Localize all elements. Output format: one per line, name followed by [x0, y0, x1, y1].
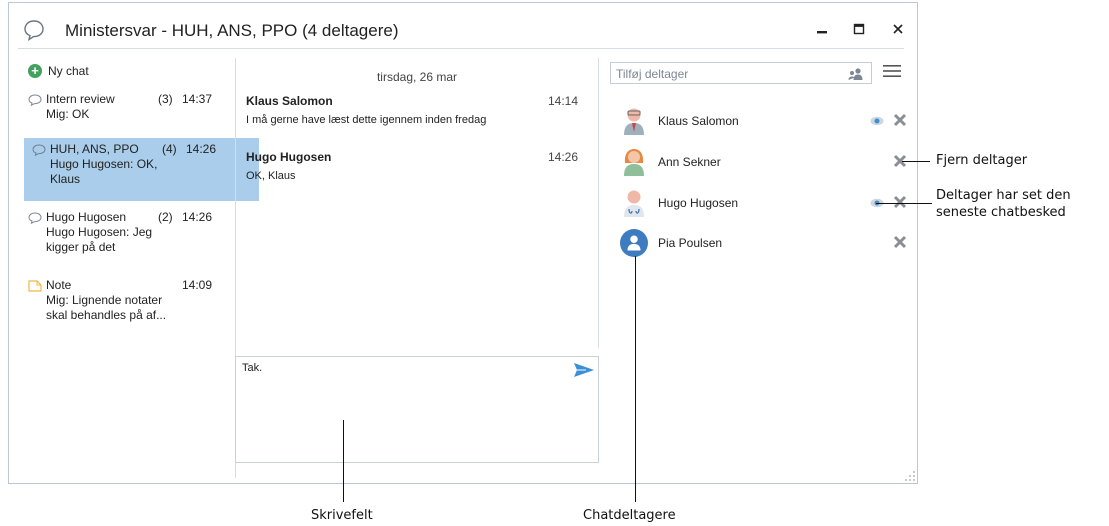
avatar — [624, 190, 644, 217]
chat-time: 14:26 — [186, 142, 217, 156]
participant-name: Klaus Salomon — [658, 114, 739, 128]
add-participant-placeholder: Tilføj deltager — [616, 67, 689, 81]
participant-row: Pia Poulsen — [620, 228, 910, 258]
resize-grip-icon[interactable] — [904, 470, 916, 482]
chat-count: (3) — [158, 92, 173, 106]
chat-bubble-icon — [32, 144, 46, 156]
avatar — [624, 149, 644, 176]
annotation-chat-participants: Chatdeltagere — [583, 508, 676, 523]
send-icon[interactable] — [573, 361, 595, 379]
note-icon — [28, 280, 42, 292]
chat-count: (4) — [162, 142, 177, 156]
close-button[interactable] — [885, 17, 911, 41]
minimize-icon — [817, 31, 827, 34]
annotation-remove-participant: Fjern deltager — [936, 153, 1028, 168]
chat-title: HUH, ANS, PPO — [50, 142, 139, 156]
plus-icon: + — [28, 64, 42, 78]
participant-row: Ann Sekner — [620, 147, 910, 177]
annotation-line — [343, 420, 344, 502]
new-chat-button[interactable]: + Ny chat — [28, 64, 89, 78]
participant-name: Hugo Hugosen — [658, 196, 739, 210]
chat-time: 14:09 — [182, 278, 213, 292]
chat-title: Note — [46, 278, 72, 292]
minimize-button[interactable] — [809, 17, 835, 41]
chat-preview: Mig: OK — [46, 107, 90, 121]
avatar — [620, 229, 648, 257]
annotation-line — [876, 203, 932, 204]
conversation-date: tirsdag, 26 mar — [376, 70, 458, 84]
chat-time: 14:37 — [182, 92, 213, 106]
close-icon — [893, 24, 903, 34]
participant-row: Hugo Hugosen — [620, 188, 910, 218]
participant-name: Ann Sekner — [658, 155, 721, 169]
message-sender: Klaus Salomon — [246, 94, 333, 108]
chat-preview: Mig: Lignende notater skal behandles på … — [46, 293, 167, 322]
chat-bubble-icon — [28, 212, 42, 224]
seen-eye-icon — [870, 116, 884, 126]
chat-list-item[interactable]: Note 14:09 Mig: Lignende notater skal be… — [20, 274, 232, 336]
message-body: I må gerne have læst dette igennem inden… — [246, 114, 487, 126]
remove-participant-icon[interactable] — [892, 194, 908, 210]
chat-list-item[interactable]: Hugo Hugosen (2) 14:26 Hugo Hugosen: Jeg… — [20, 206, 232, 264]
chat-title: Hugo Hugosen — [46, 210, 127, 224]
chat-list-item-selected[interactable]: HUH, ANS, PPO (4) 14:26 Hugo Hugosen: OK… — [24, 138, 259, 201]
annotation-compose-field: Skrivefelt — [311, 508, 373, 523]
compose-text: Tak. — [242, 362, 263, 374]
maximize-icon — [853, 23, 865, 35]
remove-participant-icon[interactable] — [892, 112, 908, 128]
title-divider — [18, 48, 904, 49]
maximize-button[interactable] — [846, 17, 872, 41]
add-participant-input[interactable]: Tilføj deltager — [610, 62, 872, 84]
add-people-icon[interactable] — [847, 67, 863, 81]
chat-title: Intern review — [46, 92, 115, 106]
chat-list-item[interactable]: Intern review (3) 14:37 Mig: OK — [20, 88, 232, 134]
message-sender: Hugo Hugosen — [246, 150, 332, 164]
chat-bubble-icon — [24, 20, 44, 41]
annotation-seen-line2: seneste chatbesked — [936, 205, 1066, 220]
participant-name: Pia Poulsen — [658, 236, 723, 250]
chat-count: (2) — [158, 210, 173, 224]
new-chat-label: Ny chat — [48, 64, 89, 78]
compose-field[interactable]: Tak. — [235, 356, 599, 463]
chat-time: 14:26 — [182, 210, 213, 224]
annotation-line — [902, 161, 930, 162]
message-time: 14:26 — [548, 150, 579, 164]
message-time: 14:14 — [548, 94, 579, 108]
avatar — [624, 108, 644, 135]
annotation-seen-line1: Deltager har set den — [936, 188, 1071, 203]
right-divider — [598, 58, 599, 348]
chat-preview: Hugo Hugosen: Jeg kigger på det — [46, 225, 153, 254]
chat-preview: Hugo Hugosen: OK, Klaus — [50, 157, 158, 186]
chat-bubble-icon — [28, 94, 42, 106]
window-title: Ministersvar - HUH, ANS, PPO (4 deltager… — [65, 21, 399, 40]
participant-row: Klaus Salomon — [620, 106, 910, 136]
remove-participant-icon[interactable] — [892, 234, 908, 250]
menu-icon[interactable] — [883, 63, 901, 79]
annotation-line — [635, 256, 636, 502]
message-body: OK, Klaus — [246, 170, 296, 182]
